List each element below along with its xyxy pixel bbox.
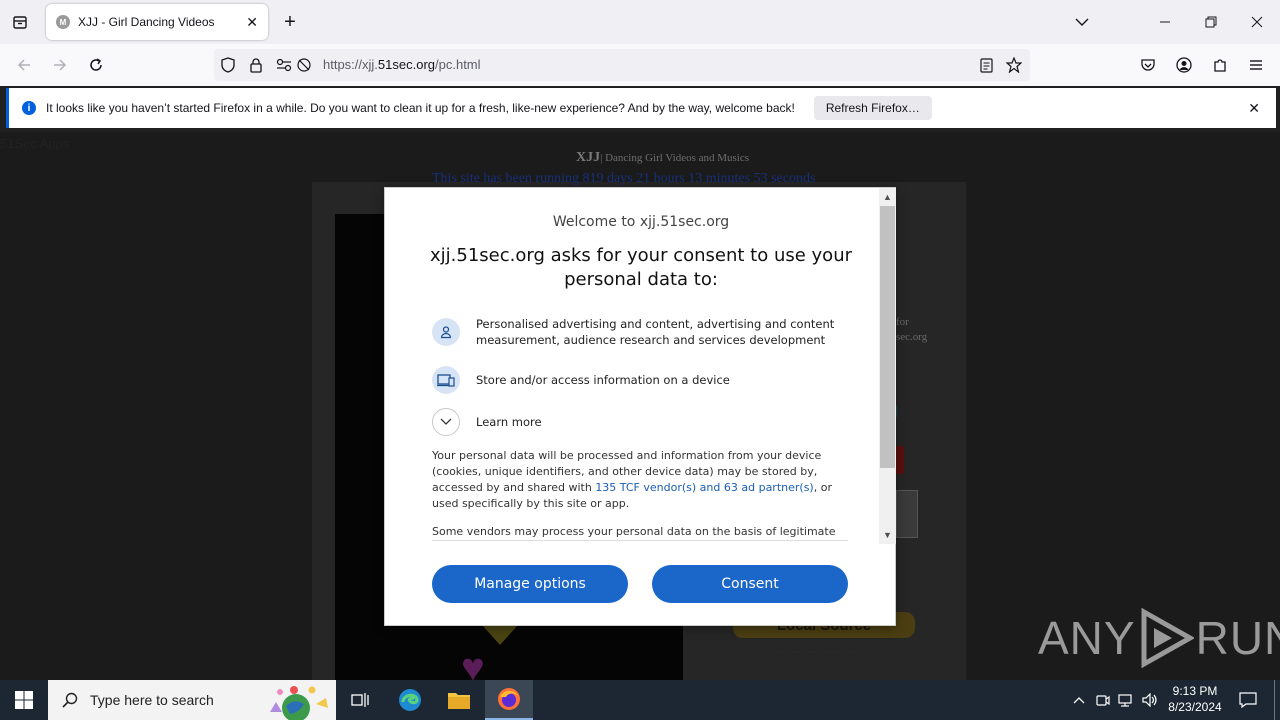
account-icon[interactable] bbox=[1172, 53, 1196, 77]
menu-hamburger-icon[interactable] bbox=[1244, 53, 1268, 77]
scroll-down-icon[interactable]: ▼ bbox=[879, 526, 896, 543]
clock-date: 8/23/2024 bbox=[1168, 700, 1222, 714]
learn-more-label: Learn more bbox=[476, 415, 542, 429]
play-logo-icon bbox=[1141, 608, 1194, 668]
close-window-icon[interactable] bbox=[1245, 10, 1269, 34]
firefox-taskbar-button[interactable] bbox=[485, 680, 533, 720]
meet-now-icon[interactable] bbox=[1092, 680, 1114, 720]
person-icon bbox=[432, 318, 460, 346]
navigation-toolbar: https://xjj.51sec.org/pc.html bbox=[0, 44, 1280, 86]
task-view-button[interactable] bbox=[336, 680, 384, 720]
triangle-decoration bbox=[482, 625, 518, 645]
shield-icon[interactable] bbox=[220, 57, 236, 73]
permissions-icon[interactable] bbox=[276, 57, 292, 73]
refresh-firefox-button[interactable]: Refresh Firefox… bbox=[813, 96, 932, 120]
divider bbox=[432, 540, 848, 541]
consent-description: Your personal data will be processed and… bbox=[432, 449, 832, 510]
site-brand[interactable]: 51Sec Apps bbox=[0, 136, 69, 151]
consent-heading: xjj.51sec.org asks for your consent to u… bbox=[430, 245, 852, 290]
clock-time: 9:13 PM bbox=[1172, 684, 1218, 698]
side-grey-box bbox=[896, 490, 918, 538]
tab-list-chevron-icon[interactable] bbox=[1070, 10, 1094, 34]
site-favicon-icon: M bbox=[56, 15, 70, 29]
consent-legitimate-interest-text: Some vendors may process your personal d… bbox=[432, 525, 836, 538]
chevron-down-icon[interactable] bbox=[432, 408, 460, 436]
task-view-icon bbox=[351, 693, 369, 707]
search-highlight-icon bbox=[260, 682, 332, 720]
search-placeholder: Type here to search bbox=[90, 692, 214, 708]
volume-icon[interactable] bbox=[1139, 680, 1161, 720]
consent-purpose-store: Store and/or access information on a dev… bbox=[432, 366, 852, 394]
consent-purpose-personalised: Personalised advertising and content, ad… bbox=[432, 316, 852, 348]
address-bar[interactable]: https://xjj.51sec.org/pc.html bbox=[214, 49, 1030, 81]
lock-icon[interactable] bbox=[248, 57, 264, 73]
running-time-text: This site has been running 819 days 21 h… bbox=[432, 171, 816, 186]
heart-icon: ♥ bbox=[461, 646, 485, 680]
info-icon: i bbox=[22, 101, 36, 115]
consent-purpose-text: Store and/or access information on a dev… bbox=[476, 373, 730, 387]
taskbar-search[interactable]: Type here to search bbox=[48, 680, 336, 720]
firefox-view-icon[interactable] bbox=[8, 10, 32, 34]
consent-dialog: Welcome to xjj.51sec.org xjj.51sec.org a… bbox=[384, 187, 896, 626]
forward-icon[interactable] bbox=[48, 53, 72, 77]
notification-message: It looks like you haven’t started Firefo… bbox=[46, 101, 795, 115]
notifications-icon[interactable] bbox=[1234, 680, 1262, 720]
folder-icon bbox=[448, 693, 470, 709]
manage-options-button[interactable]: Manage options bbox=[432, 565, 628, 603]
local-source-subtext: — — — — — bbox=[772, 646, 858, 658]
windows-logo-icon bbox=[15, 691, 33, 709]
network-icon[interactable] bbox=[1115, 680, 1137, 720]
scroll-up-icon[interactable]: ▲ bbox=[879, 188, 896, 205]
anyrun-watermark: ANY RUN bbox=[1038, 608, 1280, 668]
consent-scrollbar[interactable]: ▲ ▼ bbox=[879, 188, 896, 544]
vendors-link[interactable]: 135 TCF vendor(s) and 63 ad partner(s) bbox=[595, 481, 813, 494]
consent-welcome: Welcome to xjj.51sec.org bbox=[552, 214, 730, 230]
extensions-icon[interactable] bbox=[1208, 53, 1232, 77]
show-desktop-button[interactable] bbox=[1274, 680, 1275, 720]
scrollbar-thumb[interactable] bbox=[880, 206, 895, 468]
side-red-button[interactable] bbox=[896, 446, 904, 474]
device-icon bbox=[432, 366, 460, 394]
restore-icon[interactable] bbox=[1199, 10, 1223, 34]
tab-bar: M XJJ - Girl Dancing Videos ✕ + bbox=[0, 0, 1280, 44]
windows-taskbar: Type here to search 9:13 PM 8/23/2024 bbox=[0, 680, 1280, 720]
bookmark-star-icon[interactable] bbox=[1006, 57, 1022, 73]
reload-icon[interactable] bbox=[84, 53, 108, 77]
notification-close-icon[interactable]: ✕ bbox=[1248, 100, 1260, 117]
refresh-firefox-notification: i It looks like you haven’t started Fire… bbox=[6, 88, 1276, 128]
consent-button[interactable]: Consent bbox=[652, 565, 848, 603]
side-text: for sec.org bbox=[896, 316, 928, 343]
url-text[interactable]: https://xjj.51sec.org/pc.html bbox=[323, 57, 481, 72]
edge-taskbar-button[interactable] bbox=[386, 680, 434, 720]
start-button[interactable] bbox=[0, 680, 48, 720]
taskbar-clock[interactable]: 9:13 PM 8/23/2024 bbox=[1160, 683, 1230, 715]
consent-scroll-area[interactable]: Welcome to xjj.51sec.org xjj.51sec.org a… bbox=[385, 188, 879, 544]
tray-overflow-chevron-icon[interactable] bbox=[1068, 680, 1090, 720]
tracking-blocked-icon[interactable] bbox=[296, 57, 312, 73]
reader-view-icon[interactable] bbox=[978, 57, 994, 73]
pocket-icon[interactable] bbox=[1136, 53, 1160, 77]
new-tab-icon[interactable]: + bbox=[278, 10, 302, 34]
firefox-icon bbox=[498, 688, 520, 710]
edge-icon bbox=[399, 689, 421, 711]
file-explorer-taskbar-button[interactable] bbox=[435, 680, 483, 720]
consent-purpose-text: Personalised advertising and content, ad… bbox=[476, 317, 835, 347]
tab-title: XJJ - Girl Dancing Videos bbox=[78, 15, 215, 29]
learn-more-toggle[interactable]: Learn more bbox=[432, 408, 852, 436]
tab-active[interactable]: M XJJ - Girl Dancing Videos ✕ bbox=[46, 4, 268, 40]
minimize-icon[interactable] bbox=[1153, 10, 1177, 34]
back-icon[interactable] bbox=[12, 53, 36, 77]
page-heading: XJJ| Dancing Girl Videos and Musics bbox=[576, 150, 750, 165]
search-icon bbox=[62, 692, 78, 708]
tab-close-icon[interactable]: ✕ bbox=[246, 14, 258, 31]
